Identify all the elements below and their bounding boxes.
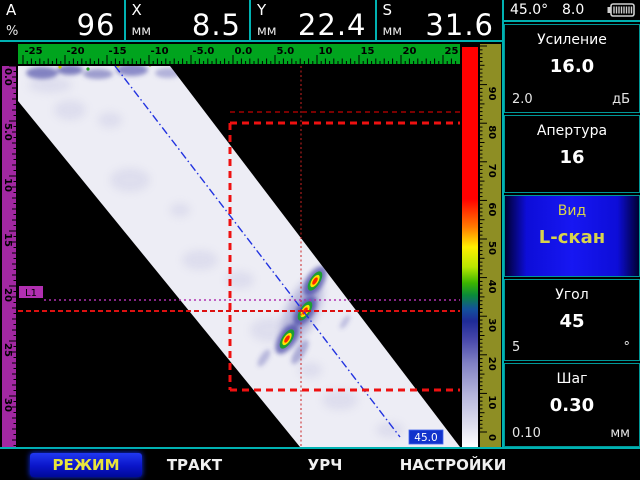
panel-angle[interactable]: Угол 45 5 ° [504,279,640,361]
panel-title: Усиление [505,32,639,48]
panel-title: Шаг [505,371,639,387]
panel-view[interactable]: Вид L-скан [504,195,640,277]
readout-amplitude: A % 96 [0,0,126,40]
battery-icon [607,3,635,21]
panel-unit: мм [610,426,630,441]
readout-value: 8.5 [192,8,241,42]
panel-title: Апертура [505,123,639,139]
amplitude-ruler-label: 90 [486,87,497,101]
left-ruler-label: 10 [2,178,13,192]
readout-unit: мм [257,24,277,39]
menu-item-mode[interactable]: РЕЖИМ [30,453,142,477]
gate-l1-label: L1 [25,288,37,299]
menu-item-tract[interactable]: ТРАКТ [152,453,237,477]
flaw-detector-screen: A % 96 X мм 8.5 Y мм 22.4 S мм 31.6 45.0… [0,0,640,480]
readout-letter: A [6,1,16,19]
panel-gain[interactable]: Усиление 16.0 2.0 дБ [504,24,640,113]
readout-unit: мм [383,24,403,39]
panel-value: L-скан [505,227,639,248]
readout-unit: % [6,24,18,39]
readout-value: 22.4 [298,8,367,42]
readout-s: S мм 31.6 [377,0,503,40]
panel-pitch[interactable]: Шаг 0.30 0.10 мм [504,363,640,447]
readout-letter: Y [257,1,266,19]
top-ruler-label: 15 [361,46,375,57]
amplitude-ruler-label: 40 [486,280,497,294]
beam-angle-label: 45.0 [414,432,437,444]
top-ruler-label: -5.0 [193,46,215,57]
top-ruler-label: -15 [109,46,127,57]
left-ruler-label: 30 [2,398,13,412]
panel-value: 16 [505,147,639,168]
left-ruler-label: 25 [2,343,13,357]
menu-label: ТРАКТ [167,456,222,474]
amplitude-ruler-label: 60 [486,202,497,216]
panel-aperture[interactable]: Апертура 16 [504,115,640,193]
gate-l1-tag[interactable]: L1 [19,286,43,299]
color-scale [462,47,478,447]
panel-title: Вид [505,203,639,219]
readout-value: 31.6 [425,8,494,42]
measurement-bar: A % 96 X мм 8.5 Y мм 22.4 S мм 31.6 [0,0,502,42]
top-ruler-label: -25 [25,46,43,57]
amplitude-ruler-label: 10 [486,395,497,409]
amplitude-ruler-label: 30 [486,318,497,332]
readout-value: 96 [77,8,116,42]
top-ruler-label: 5.0 [277,46,295,57]
menu-item-settings[interactable]: НАСТРОЙКИ [392,453,514,477]
amplitude-ruler-label: 50 [486,241,497,255]
readout-y: Y мм 22.4 [251,0,377,40]
beam-angle-tag: 45.0 [409,430,443,444]
panel-unit: дБ [612,92,630,107]
readout-letter: S [383,1,393,19]
readout-unit: мм [132,24,152,39]
top-ruler-label: -10 [151,46,169,57]
panel-unit: ° [624,340,631,355]
left-ruler-label: 20 [2,288,13,302]
menu-label: УРЧ [308,456,343,474]
readout-x: X мм 8.5 [126,0,252,40]
status-strip: 45.0° 8.0 [504,0,640,22]
panel-value: 45 [505,311,639,332]
panel-step: 0.10 [512,426,541,441]
amplitude-ruler-label: 0 [486,434,497,441]
menu-label: РЕЖИМ [52,456,119,474]
readout-letter: X [132,1,142,19]
panel-value: 16.0 [505,56,639,77]
menu-bar: РЕЖИМ ТРАКТ УРЧ НАСТРОЙКИ [0,447,640,480]
left-ruler-label: 15 [2,233,13,247]
menu-label: НАСТРОЙКИ [400,456,507,474]
top-ruler-label: 25 [445,46,459,57]
top-ruler-label: 10 [319,46,333,57]
panel-step: 5 [512,340,520,355]
menu-item-urch[interactable]: УРЧ [290,453,360,477]
probe-angle: 45.0° [510,2,548,18]
left-ruler-label: 5.0 [2,123,13,141]
left-ruler-label: 0.0 [2,68,13,86]
probe-gain: 8.0 [562,2,584,18]
l-scan-view[interactable]: L1 45.0 -25 -20 -15 -10 -5.0 0.0 5.0 10 15 20 25 0.… [0,40,502,448]
panel-step: 2.0 [512,92,533,107]
top-ruler-label: -20 [67,46,85,57]
amplitude-ruler-label: 80 [486,125,497,139]
top-ruler-label: 0.0 [235,46,253,57]
top-ruler-label: 20 [403,46,417,57]
panel-title: Угол [505,287,639,303]
amplitude-ruler-label: 20 [486,357,497,371]
panel-value: 0.30 [505,395,639,416]
amplitude-ruler-label: 70 [486,164,497,178]
